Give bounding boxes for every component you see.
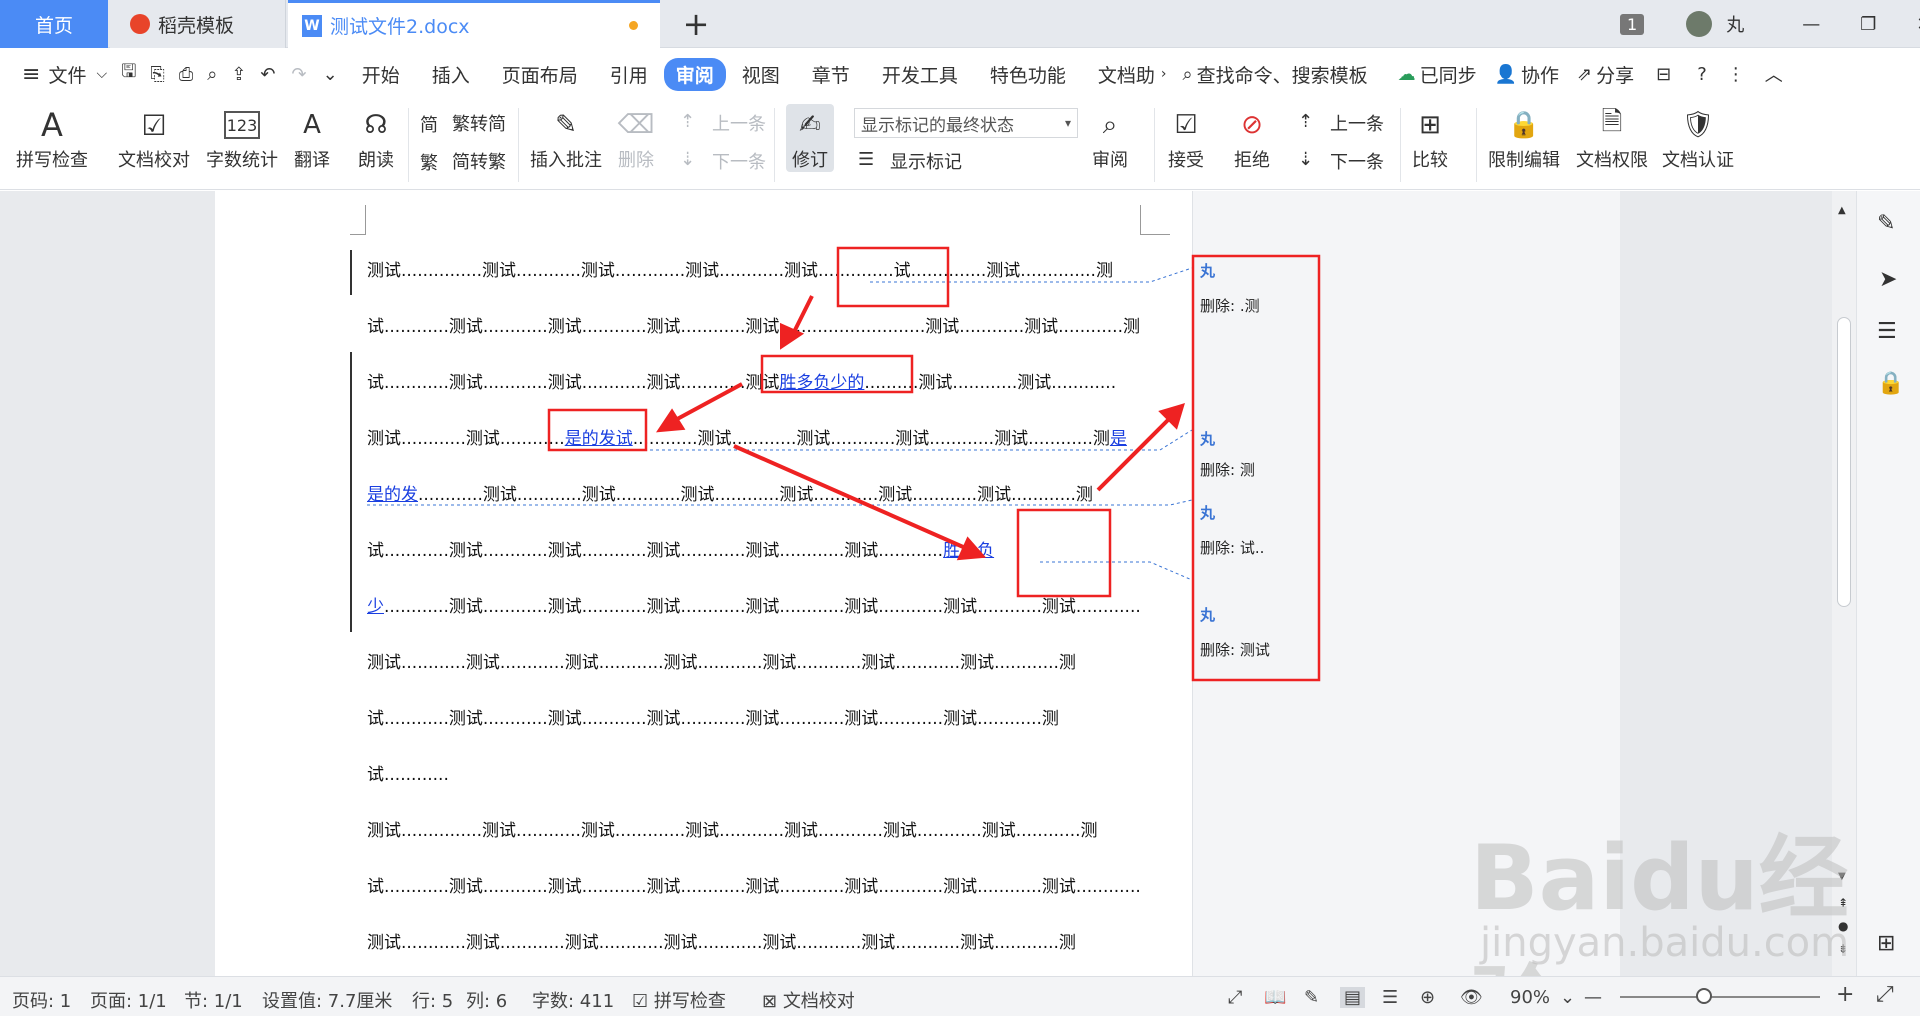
status-col[interactable]: 列: 6	[466, 987, 507, 1013]
page-view-icon[interactable]: ▤	[1340, 987, 1366, 1008]
zoom-out-icon[interactable]: —	[1584, 987, 1602, 1008]
highlight-box	[760, 354, 914, 394]
status-section[interactable]: 节: 1/1	[184, 987, 243, 1013]
comment-author: 丸	[1200, 430, 1216, 448]
comment-text: 删除: 试..	[1200, 539, 1265, 557]
spell-check-small-icon: ☑	[632, 991, 654, 1012]
zoom-level[interactable]: 90%	[1510, 987, 1550, 1008]
wps-writer-window: 首页 稻壳模板 W 测试文件2.docx + 1 丸 — ❐ ✕ ≡ 文件 ⌵ …	[0, 0, 1920, 1016]
fit-window-icon[interactable]: ⤢	[1876, 982, 1894, 1007]
lock-icon[interactable]: 🔒	[1877, 371, 1904, 396]
connector-line	[870, 267, 1193, 283]
comment-author: 丸	[1200, 504, 1216, 522]
comment-author: 丸	[1200, 606, 1216, 624]
settings-sliders-icon[interactable]: ☰	[1877, 319, 1897, 344]
zoom-in-icon[interactable]: +	[1836, 982, 1854, 1007]
status-setting[interactable]: 设置值: 7.7厘米	[262, 987, 392, 1013]
status-pages[interactable]: 页面: 1/1	[90, 987, 167, 1013]
eye-protection-icon[interactable]: 👁	[1460, 987, 1483, 1008]
web-view-icon[interactable]: ⊕	[1420, 987, 1435, 1008]
scroll-thumb[interactable]	[1837, 317, 1851, 607]
connector-line	[560, 429, 1193, 451]
highlight-box	[836, 246, 950, 308]
connector-line	[367, 499, 1193, 506]
arrow	[733, 444, 971, 552]
status-proofread[interactable]: ⊠ 文档校对	[762, 987, 855, 1013]
arrow-head	[956, 536, 987, 561]
status-page-number[interactable]: 页码: 1	[12, 987, 71, 1013]
outline-view-icon[interactable]: ☰	[1382, 987, 1398, 1008]
arrow-head	[656, 408, 686, 433]
scroll-up-icon[interactable]: ▲	[1838, 205, 1846, 216]
comment-balloon[interactable]: 丸 删除: 测试	[1194, 604, 1270, 660]
pen-icon[interactable]: ✎	[1877, 211, 1895, 236]
comment-text: 删除: 测试	[1200, 641, 1270, 659]
zoom-slider-thumb[interactable]	[1696, 988, 1712, 1004]
status-spell-check[interactable]: ☑ 拼写检查	[632, 987, 726, 1013]
comment-text: 删除: .测	[1200, 297, 1260, 315]
arrow	[667, 382, 743, 426]
pointer-icon[interactable]: ➤	[1879, 267, 1897, 292]
comment-balloon[interactable]: 丸 删除: .测	[1194, 260, 1260, 316]
fullscreen-icon[interactable]: ⤢	[1228, 987, 1242, 1008]
comment-author: 丸	[1200, 262, 1216, 280]
zoom-slider[interactable]	[1620, 996, 1820, 998]
highlight-box	[1016, 508, 1112, 598]
status-row[interactable]: 行: 5	[412, 987, 453, 1013]
arrow	[1096, 414, 1174, 492]
comment-text: 删除: 测	[1200, 461, 1255, 479]
comment-balloon[interactable]: 丸 删除: 测	[1194, 428, 1255, 480]
write-mode-icon[interactable]: ✎	[1304, 987, 1319, 1008]
proofread-small-icon: ⊠	[762, 991, 783, 1012]
status-word-count[interactable]: 字数: 411	[532, 987, 614, 1013]
read-mode-icon[interactable]: 📖	[1264, 987, 1286, 1008]
status-bar: 页码: 1 页面: 1/1 节: 1/1 设置值: 7.7厘米 行: 5 列: …	[0, 976, 1920, 1016]
watermark-url: jingyan.baidu.com	[1480, 920, 1850, 966]
comment-balloon[interactable]: 丸 删除: 试..	[1194, 502, 1264, 558]
zoom-dropdown-icon[interactable]: ⌄	[1560, 987, 1575, 1008]
connector-line	[1040, 561, 1193, 581]
highlight-box	[547, 408, 648, 452]
